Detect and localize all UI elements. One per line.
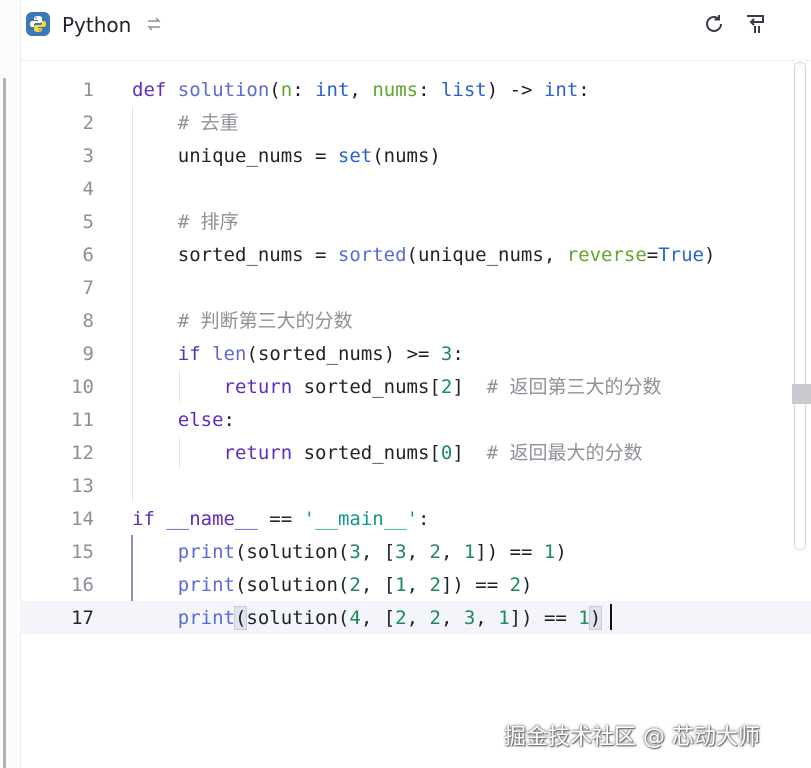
- code-line[interactable]: 16 print(solution(2, [1, 2]) == 2): [20, 568, 811, 601]
- line-number: 10: [71, 376, 94, 398]
- line-number: 17: [71, 607, 94, 629]
- code-line[interactable]: 15 print(solution(3, [3, 2, 1]) == 1): [20, 535, 811, 568]
- comment: # 排序: [177, 211, 239, 233]
- watermark: 掘金技术社区 @ 芯动大师: [504, 725, 760, 750]
- language-selector[interactable]: Python: [62, 12, 131, 38]
- code-line[interactable]: 8 # 判断第三大的分数: [20, 304, 811, 337]
- code-text: return sorted_nums[0] # 返回最大的分数: [223, 442, 643, 464]
- line-number: 6: [82, 244, 94, 266]
- line-number: 2: [82, 112, 94, 134]
- code-line[interactable]: 6 sorted_nums = sorted(unique_nums, reve…: [20, 238, 811, 271]
- code-text: # 去重: [132, 111, 239, 135]
- python-logo-icon: [26, 12, 50, 36]
- line-number: 7: [82, 277, 94, 299]
- code-text: # 判断第三大的分数: [132, 309, 353, 333]
- code-text: print(solution(3, [3, 2, 1]) == 1): [177, 541, 567, 563]
- code-line[interactable]: 7: [20, 271, 811, 304]
- code-line[interactable]: 3 unique_nums = set(nums): [20, 139, 811, 172]
- code-line[interactable]: 11 else:: [20, 403, 811, 436]
- left-panel-edge: [0, 0, 21, 768]
- vertical-scrollbar[interactable]: [794, 62, 806, 550]
- comment: # 判断第三大的分数: [177, 310, 353, 332]
- comment: # 返回第三大的分数: [486, 376, 662, 398]
- code-editor[interactable]: 1 def solution(n: int, nums: list) -> in…: [20, 61, 811, 768]
- code-line[interactable]: 9 if len(sorted_nums) >= 3:: [20, 337, 811, 370]
- code-line[interactable]: 4: [20, 172, 811, 205]
- line-number: 14: [71, 508, 94, 530]
- code-line[interactable]: 2 # 去重: [20, 106, 811, 139]
- panel-resize-handle[interactable]: [3, 78, 6, 768]
- code-text: print(solution(4, [2, 2, 3, 1]) == 1): [177, 606, 603, 630]
- code-line[interactable]: 12 return sorted_nums[0] # 返回最大的分数: [20, 436, 811, 469]
- line-number: 15: [71, 541, 94, 563]
- line-number: 4: [82, 178, 94, 200]
- code-text: else:: [177, 409, 235, 431]
- reset-icon[interactable]: [702, 12, 726, 36]
- line-number: 9: [82, 343, 94, 365]
- code-line[interactable]: 1 def solution(n: int, nums: list) -> in…: [20, 73, 811, 106]
- line-number: 12: [71, 442, 94, 464]
- code-line[interactable]: 14 if __name__ == '__main__':: [20, 502, 811, 535]
- line-number: 3: [82, 145, 94, 167]
- line-number: 13: [71, 475, 94, 497]
- code-text: sorted_nums = sorted(unique_nums, revers…: [132, 244, 716, 266]
- line-number: 11: [71, 409, 94, 431]
- line-number: 1: [82, 79, 94, 101]
- text-cursor: [610, 604, 612, 630]
- code-line[interactable]: 13: [20, 469, 811, 502]
- comment: # 去重: [177, 112, 239, 134]
- word-wrap-icon[interactable]: [743, 12, 767, 36]
- code-text: if len(sorted_nums) >= 3:: [177, 343, 464, 365]
- code-text: print(solution(2, [1, 2]) == 2): [177, 574, 533, 596]
- line-number: 5: [82, 211, 94, 233]
- code-text: unique_nums = set(nums): [132, 145, 441, 167]
- code-text: return sorted_nums[2] # 返回第三大的分数: [223, 376, 662, 398]
- code-line-active[interactable]: 17 print(solution(4, [2, 2, 3, 1]) == 1): [20, 601, 811, 634]
- code-text: # 排序: [132, 210, 239, 234]
- line-number: 16: [71, 574, 94, 596]
- code-line[interactable]: 5 # 排序: [20, 205, 811, 238]
- scrollbar-thumb-marker[interactable]: [792, 384, 811, 404]
- code-text: def solution(n: int, nums: list) -> int:: [132, 79, 590, 101]
- switch-language-icon[interactable]: [144, 14, 164, 34]
- code-line[interactable]: 10 return sorted_nums[2] # 返回第三大的分数: [20, 370, 811, 403]
- code-text: if __name__ == '__main__':: [132, 508, 430, 530]
- comment: # 返回最大的分数: [486, 442, 643, 464]
- line-number: 8: [82, 310, 94, 332]
